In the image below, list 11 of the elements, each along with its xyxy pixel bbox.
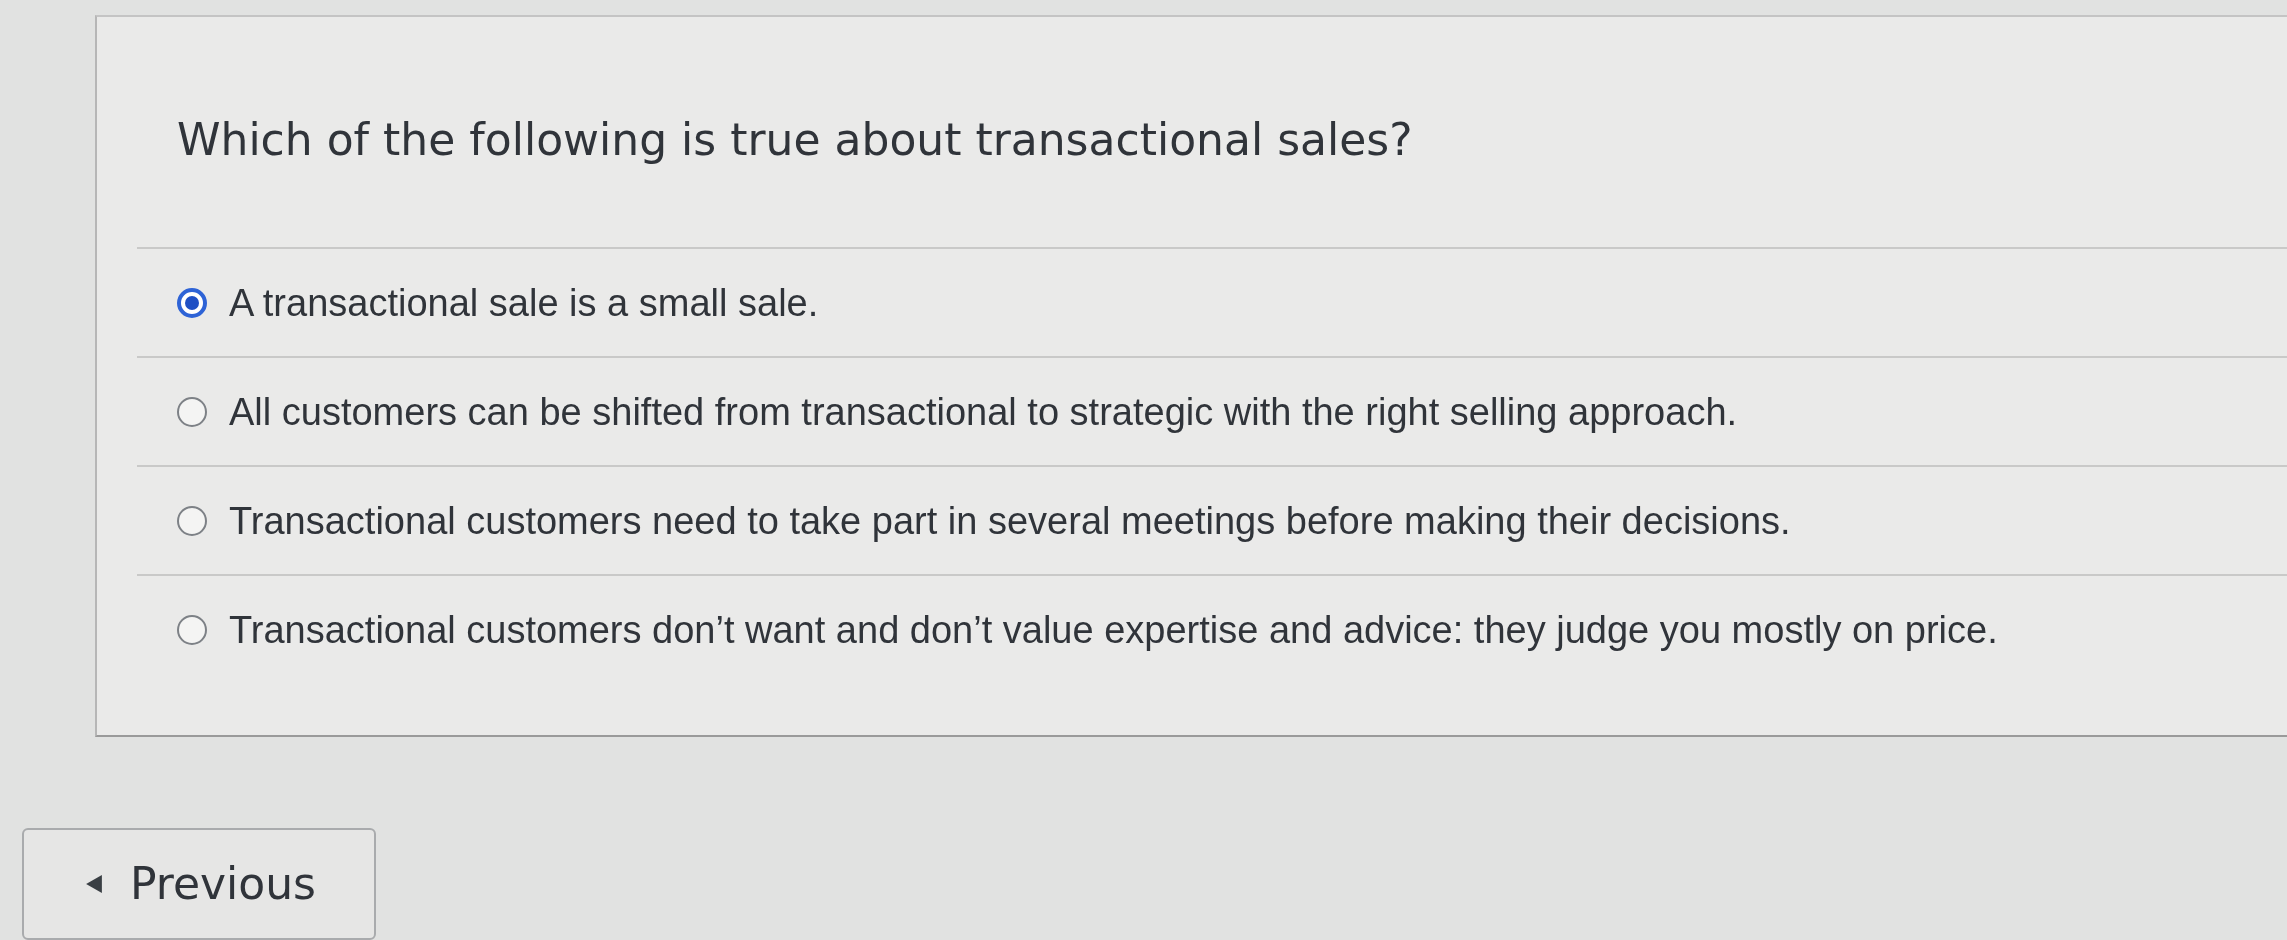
caret-left-icon	[86, 875, 102, 893]
radio-button[interactable]	[177, 396, 207, 427]
radio-button[interactable]	[177, 287, 207, 318]
radio-button[interactable]	[177, 614, 207, 645]
option-label[interactable]: A transactional sale is a small sale.	[229, 279, 819, 326]
option-label[interactable]: Transactional customers don’t want and don’t value expertise and advice: they judge you mostly on price.	[229, 606, 1998, 653]
option-label[interactable]: Transactional customers need to take part in several meetings before making their decisions.	[229, 497, 1791, 544]
option-label[interactable]: All customers can be shifted from transactional to strategic with the right selling approach.	[229, 388, 1738, 435]
radio-button[interactable]	[177, 505, 207, 536]
question-text: Which of the following is true about transactional sales?	[177, 113, 1413, 167]
previous-button[interactable]: Previous	[22, 828, 376, 940]
